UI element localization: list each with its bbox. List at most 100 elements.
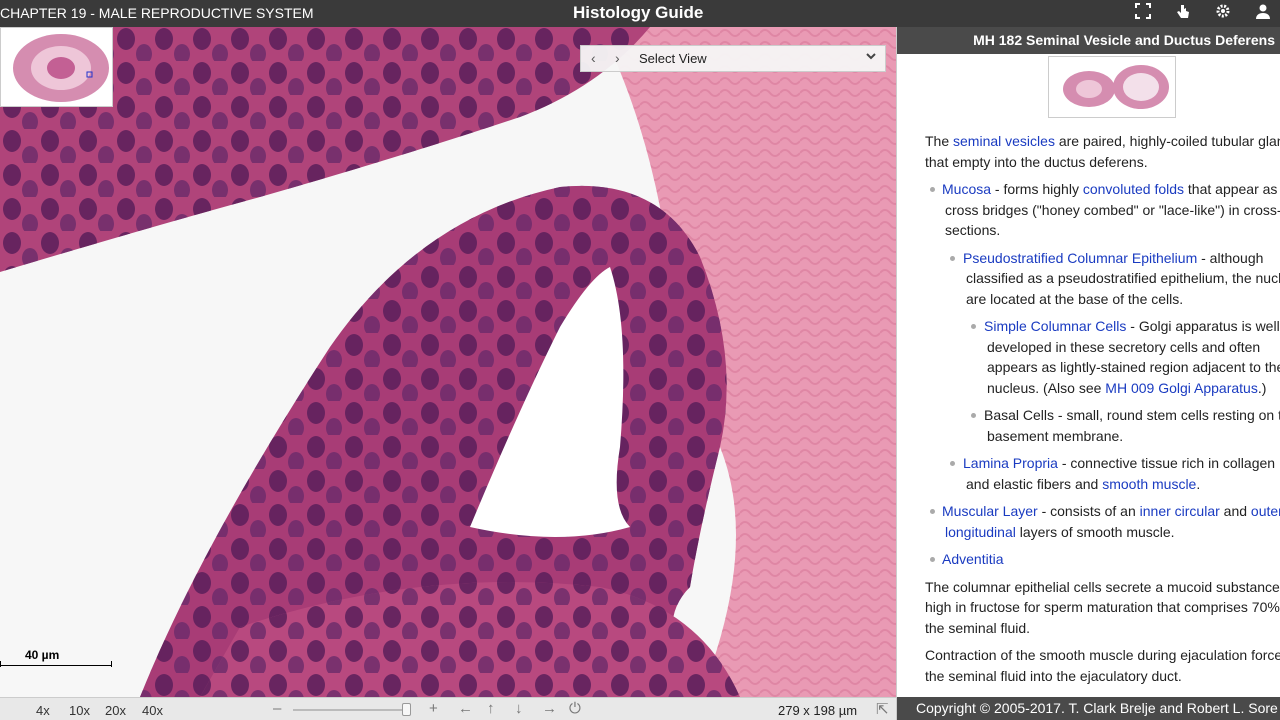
- list-item-basal: Basal Cells - small, round stem cells re…: [925, 405, 1280, 446]
- text: Contraction of the smooth muscle during …: [925, 647, 1280, 663]
- prev-view-button[interactable]: ‹: [591, 50, 596, 66]
- toolbar-icons: [1134, 3, 1272, 23]
- next-view-button[interactable]: ›: [615, 50, 620, 66]
- reset-power-button[interactable]: ⏻: [569, 700, 581, 717]
- zoom-out-button[interactable]: –: [273, 700, 281, 717]
- text: .: [1196, 475, 1201, 492]
- zoom-10x-button[interactable]: 10x: [69, 703, 90, 718]
- zoom-40x-button[interactable]: 40x: [142, 703, 163, 718]
- text: that empty into the ductus deferens.: [925, 153, 1148, 170]
- zoom-slider[interactable]: [293, 709, 409, 711]
- seminal-vesicles-link[interactable]: seminal vesicles: [953, 133, 1055, 149]
- scale-label: 40 µm: [25, 648, 60, 662]
- zoom-in-button[interactable]: +: [429, 700, 438, 717]
- slide-thumbnail[interactable]: [1048, 56, 1176, 118]
- text: sections.: [945, 222, 1001, 238]
- text: high in fructose for sperm maturation th…: [925, 599, 1280, 615]
- chevron-down-icon[interactable]: [865, 49, 877, 65]
- text: are located at the base of the cells.: [966, 290, 1184, 307]
- overview-thumbnail[interactable]: [0, 27, 113, 107]
- bullet: [950, 255, 955, 261]
- text: - forms highly: [991, 181, 1083, 197]
- list-item-mucosa: Mucosa - forms highly convoluted folds t…: [925, 179, 1280, 241]
- copyright-footer: Copyright © 2005-2017. T. Clark Brelje a…: [897, 697, 1280, 720]
- text: .): [1257, 379, 1267, 396]
- text: - connective tissue rich in collagen: [1057, 455, 1276, 471]
- text: appears as lightly-stained region adjace…: [987, 359, 1280, 375]
- description-content: The seminal vesicles are paired, highly-…: [925, 131, 1280, 693]
- outer-link[interactable]: outer: [1251, 503, 1280, 519]
- text: layers of smooth muscle.: [1015, 523, 1175, 540]
- simple-columnar-cells-link[interactable]: Simple Columnar Cells: [984, 318, 1126, 334]
- text: - although: [1197, 249, 1264, 266]
- pseudostratified-columnar-epithelium-link[interactable]: Pseudostratified Columnar Epithelium: [963, 250, 1197, 266]
- scale-tick: [111, 661, 112, 667]
- text: cross bridges ("honey combed" or "lace-l…: [945, 201, 1280, 218]
- text: the seminal fluid.: [925, 619, 1031, 636]
- smooth-muscle-link[interactable]: smooth muscle: [1102, 476, 1196, 492]
- bullet: [930, 557, 935, 562]
- list-item-scc: Simple Columnar Cells - Golgi apparatus …: [925, 316, 1280, 398]
- slide-title: MH 182 Seminal Vesicle and Ductus Defere…: [897, 27, 1280, 54]
- pan-right-button[interactable]: →: [542, 700, 557, 717]
- golgi-apparatus-link[interactable]: MH 009 Golgi Apparatus: [1105, 380, 1258, 396]
- home-button[interactable]: ⇱: [876, 700, 889, 718]
- text: nucleus. (Also see: [987, 379, 1106, 396]
- bullet: [971, 413, 976, 418]
- list-item-lamina: Lamina Propria - connective tissue rich …: [925, 453, 1280, 494]
- bullet: [930, 187, 935, 192]
- list-item-muscular: Muscular Layer - consists of an inner ci…: [925, 501, 1280, 542]
- adventitia-link[interactable]: Adventitia: [942, 551, 1003, 567]
- text: The columnar epithelial cells secrete a …: [925, 578, 1280, 595]
- text: that appear as: [1184, 181, 1278, 197]
- text: developed in these secretory cells and o…: [987, 338, 1261, 355]
- slide-viewer[interactable]: ‹ › Select View 40 µm: [0, 27, 896, 697]
- top-bar: CHAPTER 19 - MALE REPRODUCTIVE SYSTEM Hi…: [0, 0, 1280, 27]
- text: - consists of an: [1037, 503, 1140, 519]
- pan-down-button[interactable]: ↓: [515, 700, 523, 717]
- zoom-20x-button[interactable]: 20x: [105, 703, 126, 718]
- pointer-icon[interactable]: [1174, 3, 1192, 23]
- text: basement membrane.: [987, 427, 1124, 444]
- zoom-slider-handle[interactable]: [402, 703, 411, 716]
- select-view-label[interactable]: Select View: [639, 51, 707, 66]
- list-item-adventitia: Adventitia: [925, 549, 1280, 570]
- convoluted-folds-link[interactable]: convoluted folds: [1083, 181, 1184, 197]
- longitudinal-link[interactable]: longitudinal: [942, 524, 1016, 540]
- bullet: [971, 324, 976, 329]
- scale-tick: [0, 661, 1, 667]
- fullscreen-icon[interactable]: [1134, 3, 1152, 23]
- scale-bar: 40 µm: [0, 648, 113, 670]
- bullet: [930, 509, 935, 514]
- text: classified as a pseudostratified epithel…: [966, 270, 1280, 286]
- lamina-propria-link[interactable]: Lamina Propria: [963, 455, 1058, 471]
- inner-circular-link[interactable]: inner circular: [1140, 503, 1220, 519]
- list-item-pce: Pseudostratified Columnar Epithelium - a…: [925, 248, 1280, 310]
- text: Basal Cells - small, round stem cells re…: [984, 407, 1280, 423]
- intro-paragraph: The seminal vesicles are paired, highly-…: [925, 131, 1280, 172]
- muscular-layer-link[interactable]: Muscular Layer: [942, 503, 1038, 519]
- description-panel: MH 182 Seminal Vesicle and Ductus Defere…: [896, 27, 1280, 720]
- secretion-paragraph: The columnar epithelial cells secrete a …: [925, 577, 1280, 639]
- mucosa-link[interactable]: Mucosa: [942, 181, 991, 197]
- viewer-controls: 4x 10x 20x 40x – + ← ↑ ↓ → ⏻ 279 x 198 µ…: [0, 697, 896, 720]
- pan-up-button[interactable]: ↑: [487, 700, 495, 717]
- text: and elastic fibers and: [966, 475, 1103, 492]
- contraction-paragraph: Contraction of the smooth muscle during …: [925, 645, 1280, 686]
- bullet: [950, 461, 955, 466]
- view-dimensions: 279 x 198 µm: [778, 703, 858, 718]
- text: and: [1219, 503, 1251, 519]
- gear-icon[interactable]: [1214, 3, 1232, 23]
- zoom-4x-button[interactable]: 4x: [36, 703, 50, 718]
- select-view-dropdown[interactable]: ‹ › Select View: [580, 45, 886, 72]
- pan-left-button[interactable]: ←: [458, 700, 473, 717]
- tissue-image[interactable]: [0, 27, 896, 697]
- text: The: [925, 133, 954, 149]
- text: the seminal fluid into the ejaculatory d…: [925, 667, 1182, 684]
- scale-line: [0, 665, 112, 666]
- app-title[interactable]: Histology Guide: [573, 3, 703, 23]
- user-icon[interactable]: [1254, 3, 1272, 23]
- chapter-title[interactable]: CHAPTER 19 - MALE REPRODUCTIVE SYSTEM: [0, 5, 314, 21]
- text: - Golgi apparatus is well-: [1126, 318, 1280, 334]
- text: are paired, highly-coiled tubular glan: [1054, 133, 1280, 149]
